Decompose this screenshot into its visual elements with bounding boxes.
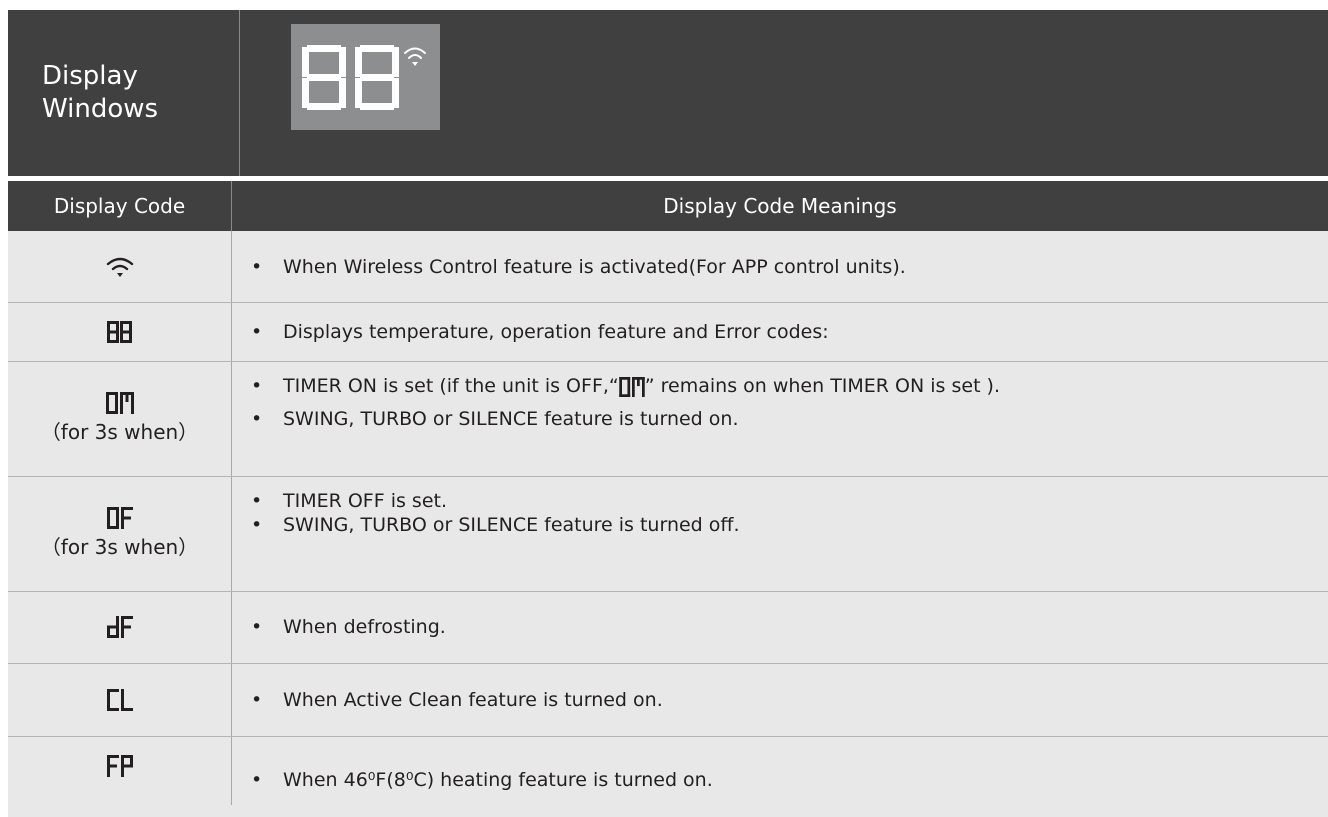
table-header: Display Code Display Code Meanings bbox=[8, 181, 1328, 231]
panel-digits-88 bbox=[302, 45, 399, 110]
table-row-meaning: When 46⁰F(8⁰C) heating feature is turned… bbox=[246, 768, 713, 792]
code-fp bbox=[106, 755, 133, 777]
table-row-meaning: When Active Clean feature is turned on. bbox=[246, 688, 663, 712]
code-on-inline bbox=[619, 377, 645, 397]
header-display-code-meanings: Display Code Meanings bbox=[663, 194, 897, 218]
code-note: （for 3s when） bbox=[40, 535, 199, 559]
code-of bbox=[106, 507, 133, 529]
table-row-meaning: TIMER ON is set (if the unit is OFF,“” r… bbox=[246, 374, 1000, 431]
table-row-code bbox=[8, 231, 231, 302]
table-row-code bbox=[8, 591, 231, 663]
display-panel bbox=[291, 24, 440, 130]
wifi-icon bbox=[106, 257, 133, 277]
display-windows-label: Display Windows bbox=[42, 61, 159, 124]
table-row-meaning: When defrosting. bbox=[246, 615, 446, 639]
code-on bbox=[105, 392, 134, 414]
code-88 bbox=[106, 320, 132, 343]
table-row-code bbox=[8, 302, 231, 361]
table-row-code bbox=[8, 736, 231, 796]
table-row-meaning: Displays temperature, operation feature … bbox=[246, 320, 829, 344]
wifi-icon bbox=[404, 47, 426, 66]
code-note: （for 3s when） bbox=[40, 420, 199, 444]
table-row-code: （for 3s when） bbox=[8, 476, 231, 591]
table-row-code: （for 3s when） bbox=[8, 361, 231, 476]
table-row-meaning: When Wireless Control feature is activat… bbox=[246, 255, 906, 279]
code-cl bbox=[106, 688, 133, 711]
table-row-meaning: TIMER OFF is set. SWING, TURBO or SILENC… bbox=[246, 489, 740, 537]
code-df bbox=[106, 616, 133, 638]
display-code-table: When Wireless Control feature is activat… bbox=[8, 231, 1328, 817]
header-display-code: Display Code bbox=[53, 194, 186, 218]
display-windows-section: Display Windows bbox=[8, 10, 1328, 176]
table-row-code bbox=[8, 663, 231, 736]
